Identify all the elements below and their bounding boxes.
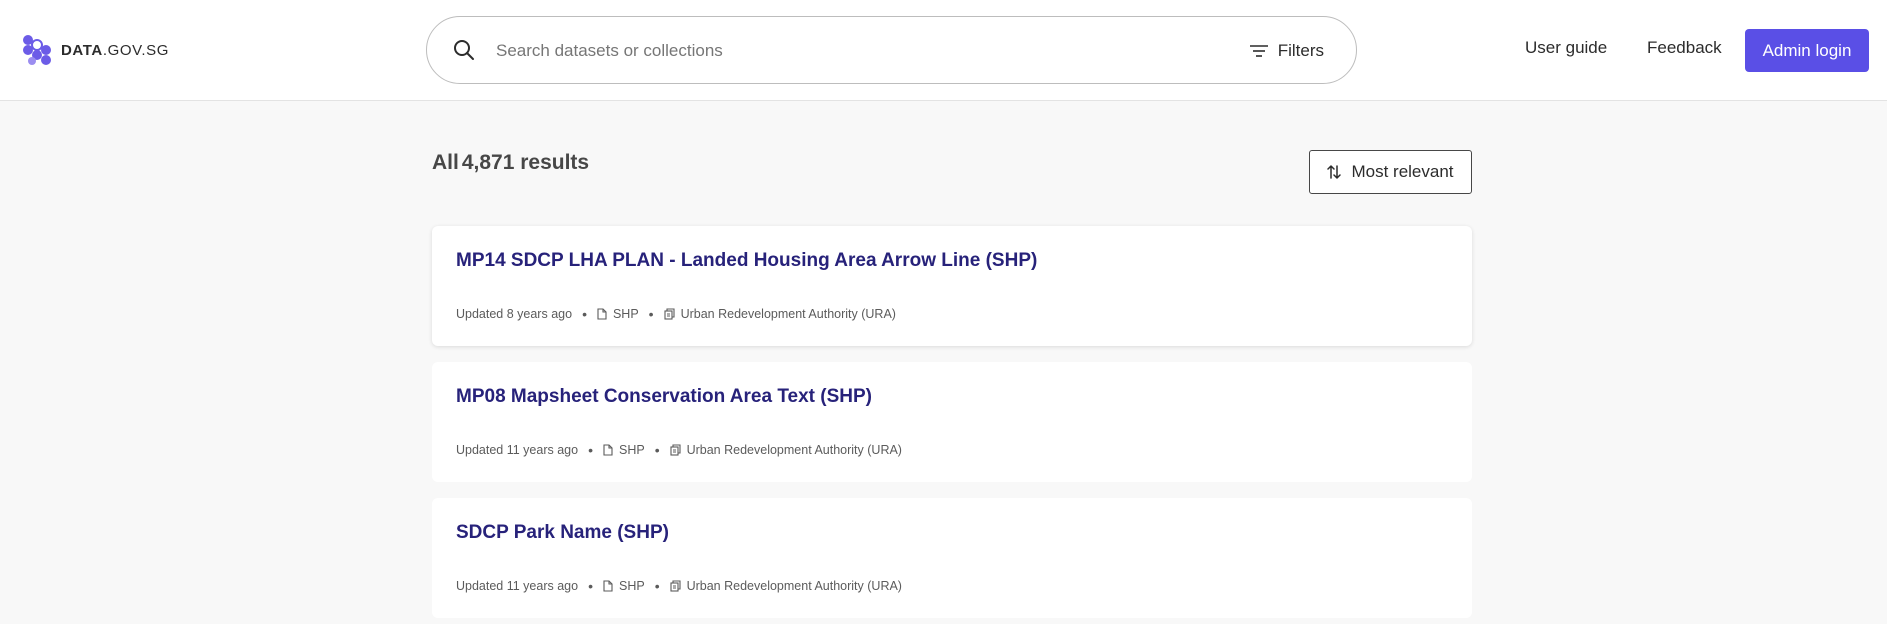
dataset-meta: Updated 11 years ago • SHP • Urban Redev… xyxy=(456,442,902,458)
agency-icon xyxy=(670,580,681,592)
logo-text: DATA.GOV.SG xyxy=(61,41,170,59)
sort-arrows-icon xyxy=(1327,165,1342,179)
admin-login-button[interactable]: Admin login xyxy=(1745,29,1869,72)
results-prefix: All xyxy=(432,151,459,174)
filter-icon xyxy=(1249,45,1268,57)
file-icon xyxy=(597,308,607,320)
format-text: SHP xyxy=(618,579,645,593)
separator-dot: • xyxy=(648,306,654,322)
separator-dot: • xyxy=(654,578,660,594)
format-text: SHP xyxy=(612,307,639,321)
separator-dot: • xyxy=(654,442,660,458)
feedback-link[interactable]: Feedback xyxy=(1647,38,1722,58)
dataset-card[interactable]: MP08 Mapsheet Conservation Area Text (SH… xyxy=(432,362,1472,482)
dataset-card[interactable]: SDCP Park Name (SHP) Updated 11 years ag… xyxy=(432,498,1472,618)
updated-text: Updated 11 years ago xyxy=(456,579,579,593)
sort-button[interactable]: Most relevant xyxy=(1309,150,1472,194)
updated-text: Updated 11 years ago xyxy=(456,443,579,457)
file-icon xyxy=(603,580,613,592)
search-bar: Filters xyxy=(426,16,1357,84)
search-input[interactable] xyxy=(496,35,1196,67)
agency-text: Urban Redevelopment Authority (URA) xyxy=(686,579,902,593)
file-icon xyxy=(603,444,613,456)
agency-text: Urban Redevelopment Authority (URA) xyxy=(680,307,896,321)
results-heading: All 4,871 results xyxy=(432,151,589,175)
separator-dot: • xyxy=(588,578,593,594)
site-logo[interactable]: DATA.GOV.SG xyxy=(22,34,169,66)
search-icon xyxy=(454,40,474,60)
agency-text: Urban Redevelopment Authority (URA) xyxy=(686,443,902,457)
dataset-title[interactable]: SDCP Park Name (SHP) xyxy=(456,522,669,544)
dataset-title[interactable]: MP14 SDCP LHA PLAN - Landed Housing Area… xyxy=(456,250,1037,272)
format-text: SHP xyxy=(618,443,645,457)
dataset-meta: Updated 11 years ago • SHP • Urban Redev… xyxy=(456,578,902,594)
agency-icon xyxy=(664,308,675,320)
logo-hexagons-icon xyxy=(23,35,51,65)
separator-dot: • xyxy=(582,306,587,322)
top-header: DATA.GOV.SG Filters User guide Feedback … xyxy=(0,0,1887,101)
filters-label: Filters xyxy=(1277,41,1324,60)
updated-text: Updated 8 years ago xyxy=(456,307,573,321)
sort-label: Most relevant xyxy=(1351,162,1454,181)
agency-icon xyxy=(670,444,681,456)
results-count: 4,871 results xyxy=(461,151,590,174)
dataset-card[interactable]: MP14 SDCP LHA PLAN - Landed Housing Area… xyxy=(432,226,1472,346)
dataset-title[interactable]: MP08 Mapsheet Conservation Area Text (SH… xyxy=(456,386,872,408)
filters-button[interactable]: Filters xyxy=(1249,37,1324,65)
separator-dot: • xyxy=(588,442,593,458)
dataset-meta: Updated 8 years ago • SHP • Urban Redeve… xyxy=(456,306,896,322)
user-guide-link[interactable]: User guide xyxy=(1525,38,1607,58)
